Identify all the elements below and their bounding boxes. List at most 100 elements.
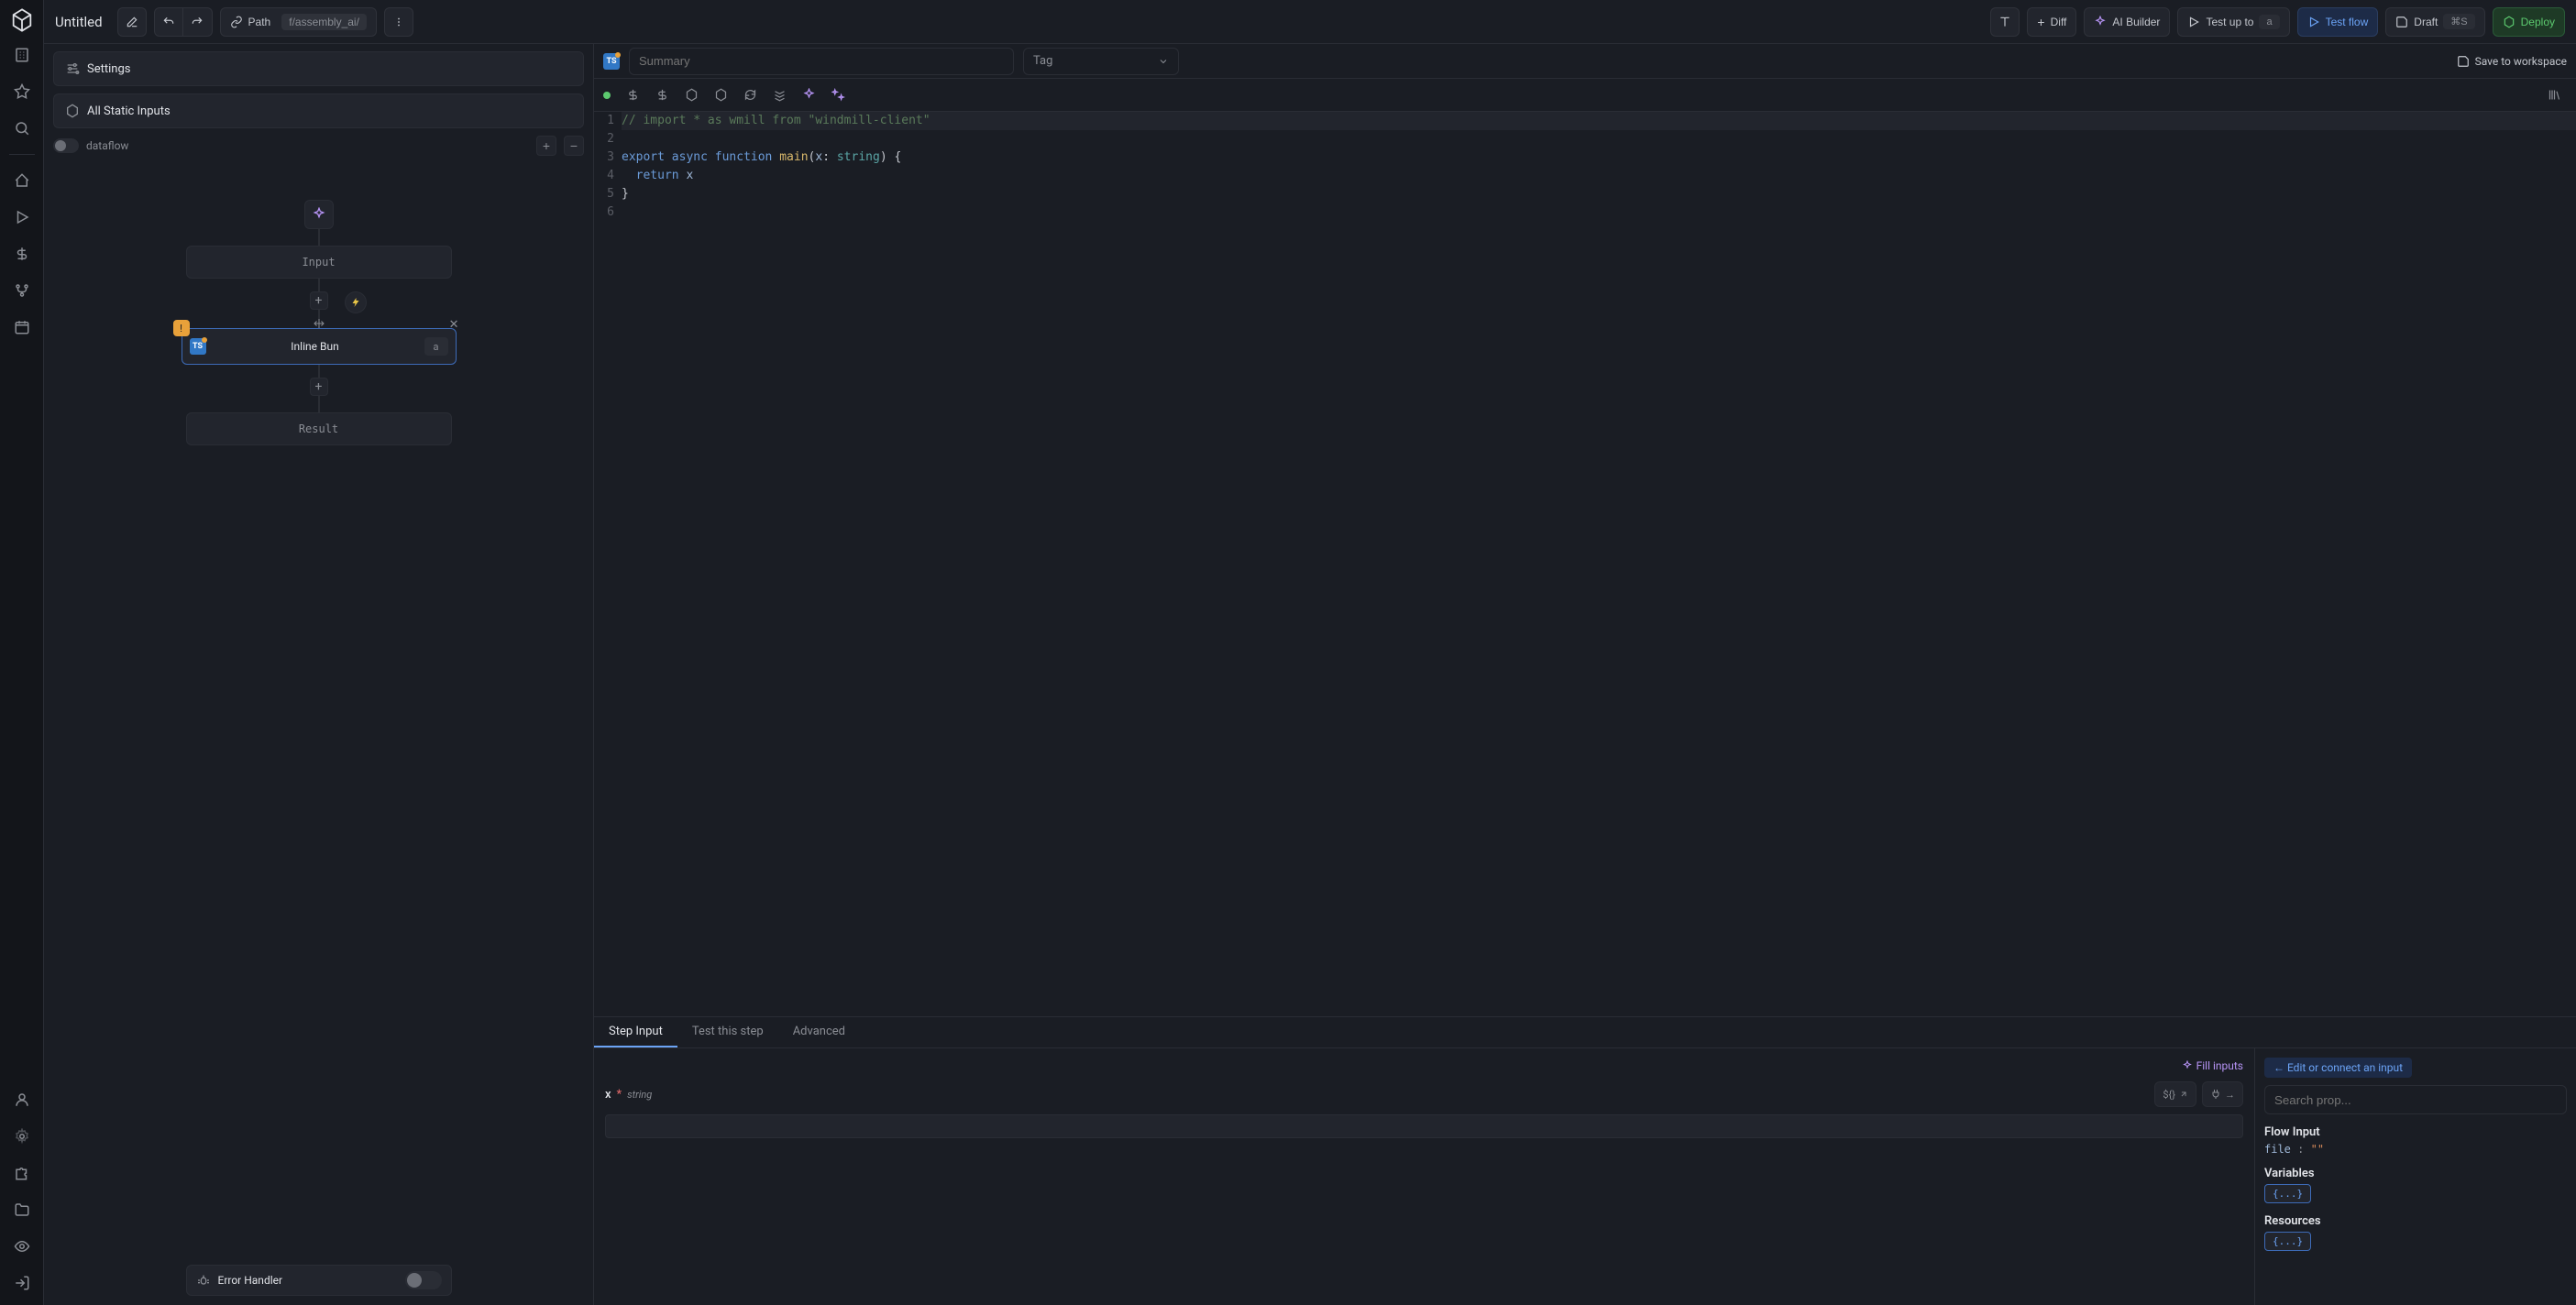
editor-lang-badge: TS bbox=[603, 53, 620, 70]
prop-row: x* string ${} → bbox=[605, 1081, 2243, 1107]
rail-building-icon[interactable] bbox=[7, 40, 37, 70]
rail-play-icon[interactable] bbox=[7, 203, 37, 232]
format-tool-icon[interactable] bbox=[766, 82, 792, 108]
package-tool-2-icon[interactable] bbox=[708, 82, 733, 108]
sliders-icon bbox=[65, 61, 80, 76]
editor-toolbar bbox=[594, 79, 2576, 112]
settings-row[interactable]: Settings bbox=[53, 51, 584, 86]
plug-icon bbox=[2210, 1089, 2221, 1100]
tab-step-input[interactable]: Step Input bbox=[594, 1017, 677, 1047]
path-button[interactable]: Path f/assembly_ai/ bbox=[220, 7, 377, 37]
rail-search-icon[interactable] bbox=[7, 114, 37, 143]
rail-branch-icon[interactable] bbox=[7, 276, 37, 305]
topbar: Untitled Path f/assembly_ai/ +Diff AI Bu… bbox=[44, 0, 2576, 44]
add-step-button[interactable]: + bbox=[310, 291, 328, 310]
app-logo[interactable] bbox=[9, 7, 35, 33]
variables-expand[interactable]: {...} bbox=[2264, 1184, 2311, 1203]
redo-button[interactable] bbox=[183, 7, 213, 37]
undo-button[interactable] bbox=[154, 7, 183, 37]
sparkles-tool-icon[interactable] bbox=[825, 82, 851, 108]
move-handle-icon[interactable] bbox=[314, 318, 325, 333]
add-step-button-2[interactable]: + bbox=[310, 378, 328, 396]
result-node[interactable]: Result bbox=[186, 412, 452, 445]
required-marker: * bbox=[617, 1088, 622, 1102]
expr-chip[interactable]: ${} bbox=[2154, 1081, 2196, 1107]
tab-test-step[interactable]: Test this step bbox=[677, 1017, 778, 1047]
prop-name: x bbox=[605, 1088, 611, 1102]
expand-icon bbox=[2179, 1090, 2188, 1099]
tab-advanced[interactable]: Advanced bbox=[778, 1017, 860, 1047]
book-button[interactable] bbox=[1990, 7, 2020, 37]
error-handler-label: Error Handler bbox=[218, 1274, 283, 1287]
static-label: All Static Inputs bbox=[87, 104, 171, 118]
tag-select[interactable]: Tag bbox=[1023, 48, 1179, 75]
library-tool-icon[interactable] bbox=[2541, 82, 2567, 108]
step-inputs-column: Fill inputs x* string ${} → bbox=[594, 1048, 2255, 1305]
code-editor[interactable]: 123456 // import * as wmill from "windmi… bbox=[594, 112, 2576, 1016]
connect-chip[interactable]: → bbox=[2202, 1081, 2243, 1107]
rail-folder-icon[interactable] bbox=[7, 1195, 37, 1224]
rail-dollar-icon[interactable] bbox=[7, 239, 37, 269]
ai-builder-button[interactable]: AI Builder bbox=[2084, 7, 2170, 37]
fill-inputs-button[interactable]: Fill inputs bbox=[2182, 1059, 2243, 1072]
package-tool-icon[interactable] bbox=[678, 82, 704, 108]
path-value: f/assembly_ai/ bbox=[281, 14, 367, 30]
bug-icon bbox=[196, 1273, 211, 1288]
rail-puzzle-icon[interactable] bbox=[7, 1158, 37, 1188]
test-flow-button[interactable]: Test flow bbox=[2297, 7, 2379, 37]
status-dot bbox=[603, 92, 611, 99]
error-handler-toggle[interactable] bbox=[405, 1271, 442, 1289]
refresh-tool-icon[interactable] bbox=[737, 82, 763, 108]
path-label: Path bbox=[248, 16, 271, 28]
trigger-icon[interactable] bbox=[345, 291, 367, 313]
rail-home-icon[interactable] bbox=[7, 166, 37, 195]
sparkle-icon bbox=[2182, 1060, 2193, 1071]
left-rail bbox=[0, 0, 44, 1305]
delete-node-button[interactable]: ✕ bbox=[449, 318, 459, 332]
error-handler-row: Error Handler bbox=[186, 1265, 452, 1296]
static-inputs-row[interactable]: All Static Inputs bbox=[53, 93, 584, 128]
ts-badge-icon: TS bbox=[190, 338, 206, 355]
deploy-button[interactable]: Deploy bbox=[2493, 7, 2565, 37]
rail-login-icon[interactable] bbox=[7, 1268, 37, 1298]
diff-button[interactable]: +Diff bbox=[2027, 7, 2076, 37]
wand-tool-icon[interactable] bbox=[796, 82, 821, 108]
warning-icon: ! bbox=[173, 320, 190, 336]
rail-calendar-icon[interactable] bbox=[7, 313, 37, 342]
input-node[interactable]: Input bbox=[186, 246, 452, 279]
more-menu-button[interactable] bbox=[384, 7, 413, 37]
dataflow-row: dataflow + − bbox=[53, 136, 584, 156]
inline-bun-node[interactable]: ! ✕ TS Inline Bun a bbox=[182, 328, 457, 365]
resources-expand[interactable]: {...} bbox=[2264, 1232, 2311, 1251]
search-prop-input[interactable] bbox=[2264, 1085, 2567, 1114]
editor-gutter: 123456 bbox=[594, 112, 622, 1016]
rail-gear-icon[interactable] bbox=[7, 1122, 37, 1151]
save-icon bbox=[2457, 55, 2470, 68]
prop-value-input[interactable] bbox=[605, 1114, 2243, 1138]
editor-code[interactable]: // import * as wmill from "windmill-clie… bbox=[622, 112, 2576, 1016]
connect-column: ← Edit or connect an input Flow Input fi… bbox=[2255, 1048, 2576, 1305]
draft-button[interactable]: Draft⌘S bbox=[2385, 7, 2484, 37]
connect-hint: ← Edit or connect an input bbox=[2264, 1058, 2412, 1078]
flow-canvas[interactable]: Input + ! ✕ TS Inline Bun a + Result bbox=[44, 163, 593, 1305]
dollar-tool-2-icon[interactable] bbox=[649, 82, 675, 108]
save-workspace-button[interactable]: Save to workspace bbox=[2457, 55, 2567, 68]
edit-title-button[interactable] bbox=[117, 7, 147, 37]
test-up-to-button[interactable]: Test up toa bbox=[2177, 7, 2289, 37]
flow-title: Untitled bbox=[55, 14, 103, 30]
zoom-out-button[interactable]: − bbox=[564, 136, 584, 156]
variables-title: Variables bbox=[2264, 1167, 2567, 1180]
resources-title: Resources bbox=[2264, 1214, 2567, 1228]
rail-star-icon[interactable] bbox=[7, 77, 37, 106]
dollar-tool-icon[interactable] bbox=[620, 82, 645, 108]
dataflow-toggle[interactable] bbox=[53, 138, 79, 153]
rail-eye-icon[interactable] bbox=[7, 1232, 37, 1261]
rail-user-icon[interactable] bbox=[7, 1085, 37, 1114]
chevron-down-icon bbox=[1158, 56, 1169, 67]
editor-panel: TS Tag Save to workspace bbox=[594, 44, 2576, 1305]
zoom-in-button[interactable]: + bbox=[536, 136, 556, 156]
ai-suggest-node[interactable] bbox=[304, 200, 334, 229]
dataflow-label: dataflow bbox=[86, 139, 128, 152]
summary-input[interactable] bbox=[629, 48, 1014, 75]
flow-input-file[interactable]: file : "" bbox=[2264, 1143, 2567, 1156]
